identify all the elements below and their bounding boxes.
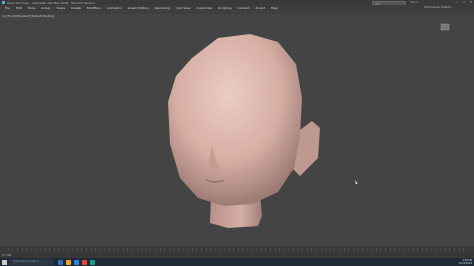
taskbar: Type here to search 4:38 PM 11/15/2018: [0, 258, 474, 266]
menu-graph-editors[interactable]: Graph Editors: [128, 6, 149, 10]
head-shape: [168, 34, 302, 206]
menu-content[interactable]: Content: [238, 6, 250, 10]
window-controls: — □ ✕: [456, 0, 472, 4]
clock-date: 11/15/2018: [458, 262, 472, 265]
menu-modifiers[interactable]: Modifiers: [87, 6, 101, 10]
frame-counter: 0 / 100: [2, 253, 12, 257]
menu-animation[interactable]: Animation: [107, 6, 122, 10]
head-model: [168, 34, 320, 228]
menu-views[interactable]: Views: [56, 6, 65, 10]
minimize-button[interactable]: —: [456, 0, 459, 4]
menu-create[interactable]: Create: [71, 6, 81, 10]
menu-arnold[interactable]: Arnold: [255, 6, 265, 10]
start-icon[interactable]: [2, 259, 7, 265]
menu-tools[interactable]: Tools: [28, 6, 35, 10]
menu-help[interactable]: Help: [271, 6, 278, 10]
window-title: Head 49 Amax - Autodesk 3ds Max 2018 - S…: [7, 0, 96, 5]
menu-rendering[interactable]: Rendering: [155, 6, 170, 10]
menu-group[interactable]: Group: [41, 6, 50, 10]
task-view-icon[interactable]: [58, 259, 63, 265]
menu-file[interactable]: File: [5, 6, 10, 10]
viewport-front[interactable]: [0, 18, 474, 246]
system-tray[interactable]: 4:38 PM 11/15/2018: [458, 259, 472, 265]
app-icon[interactable]: [2, 1, 5, 4]
menu-edit[interactable]: Edit: [16, 6, 22, 10]
timeline-ticks: [8, 248, 468, 251]
maximize-button[interactable]: □: [463, 0, 466, 4]
menu-customize[interactable]: Customize: [196, 6, 212, 10]
chrome-icon[interactable]: [82, 259, 87, 265]
3ds-max-icon[interactable]: [90, 259, 95, 265]
edge-icon[interactable]: [74, 259, 79, 265]
file-explorer-icon[interactable]: [66, 259, 71, 265]
menu-civil-view[interactable]: Civil View: [176, 6, 190, 10]
viewcube-icon[interactable]: [438, 22, 452, 32]
taskbar-search-placeholder: Type here to search: [13, 260, 39, 264]
sign-in-link[interactable]: Sign In: [410, 1, 419, 4]
close-button[interactable]: ✕: [469, 0, 472, 4]
workspace-selector[interactable]: Workspaces: Default: [424, 6, 451, 9]
viewport-label[interactable]: [+] [Front] [Standard] [Default Shading]: [2, 15, 54, 18]
toolbar: [0, 10, 474, 14]
taskbar-search[interactable]: Type here to search: [9, 259, 53, 265]
menu-scripting[interactable]: Scripting: [218, 6, 231, 10]
